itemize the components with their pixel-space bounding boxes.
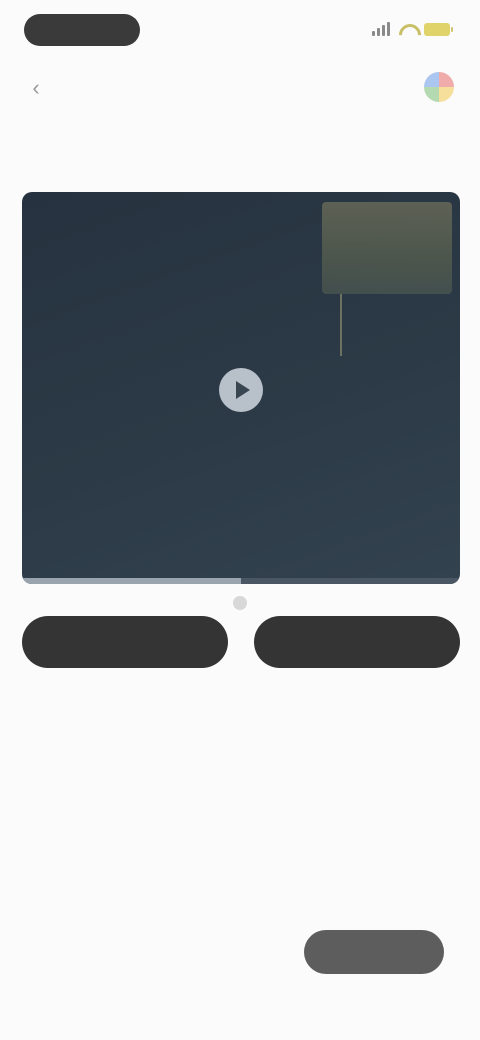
- status-icons: [372, 22, 453, 36]
- video-player[interactable]: [22, 192, 460, 584]
- tab-4[interactable]: [344, 122, 356, 168]
- primary-action-button[interactable]: [22, 616, 228, 668]
- tab-3[interactable]: [235, 122, 247, 168]
- footer-row: [24, 930, 444, 974]
- footer-button[interactable]: [304, 930, 444, 974]
- tab-5[interactable]: [452, 122, 464, 168]
- app-header: ‹: [0, 62, 480, 114]
- play-icon[interactable]: [219, 368, 263, 412]
- secondary-action-button[interactable]: [254, 616, 460, 668]
- status-time: [24, 14, 140, 46]
- signal-icon: [372, 22, 390, 36]
- wifi-icon: [398, 22, 416, 36]
- battery-icon: [424, 22, 453, 36]
- action-row: [22, 616, 460, 668]
- scrub-handle[interactable]: [233, 596, 247, 610]
- video-progress-fill: [22, 578, 241, 584]
- status-bar: [0, 0, 480, 62]
- app-logo-icon[interactable]: [424, 72, 454, 102]
- video-overlay-panel: [322, 202, 452, 294]
- chevron-left-icon[interactable]: ‹: [24, 76, 48, 100]
- tab-1[interactable]: [18, 122, 30, 168]
- tab-2[interactable]: [127, 122, 139, 168]
- tab-bar: [18, 122, 464, 168]
- video-progress-bar[interactable]: [22, 578, 460, 584]
- overlay-pointer-line: [340, 294, 342, 356]
